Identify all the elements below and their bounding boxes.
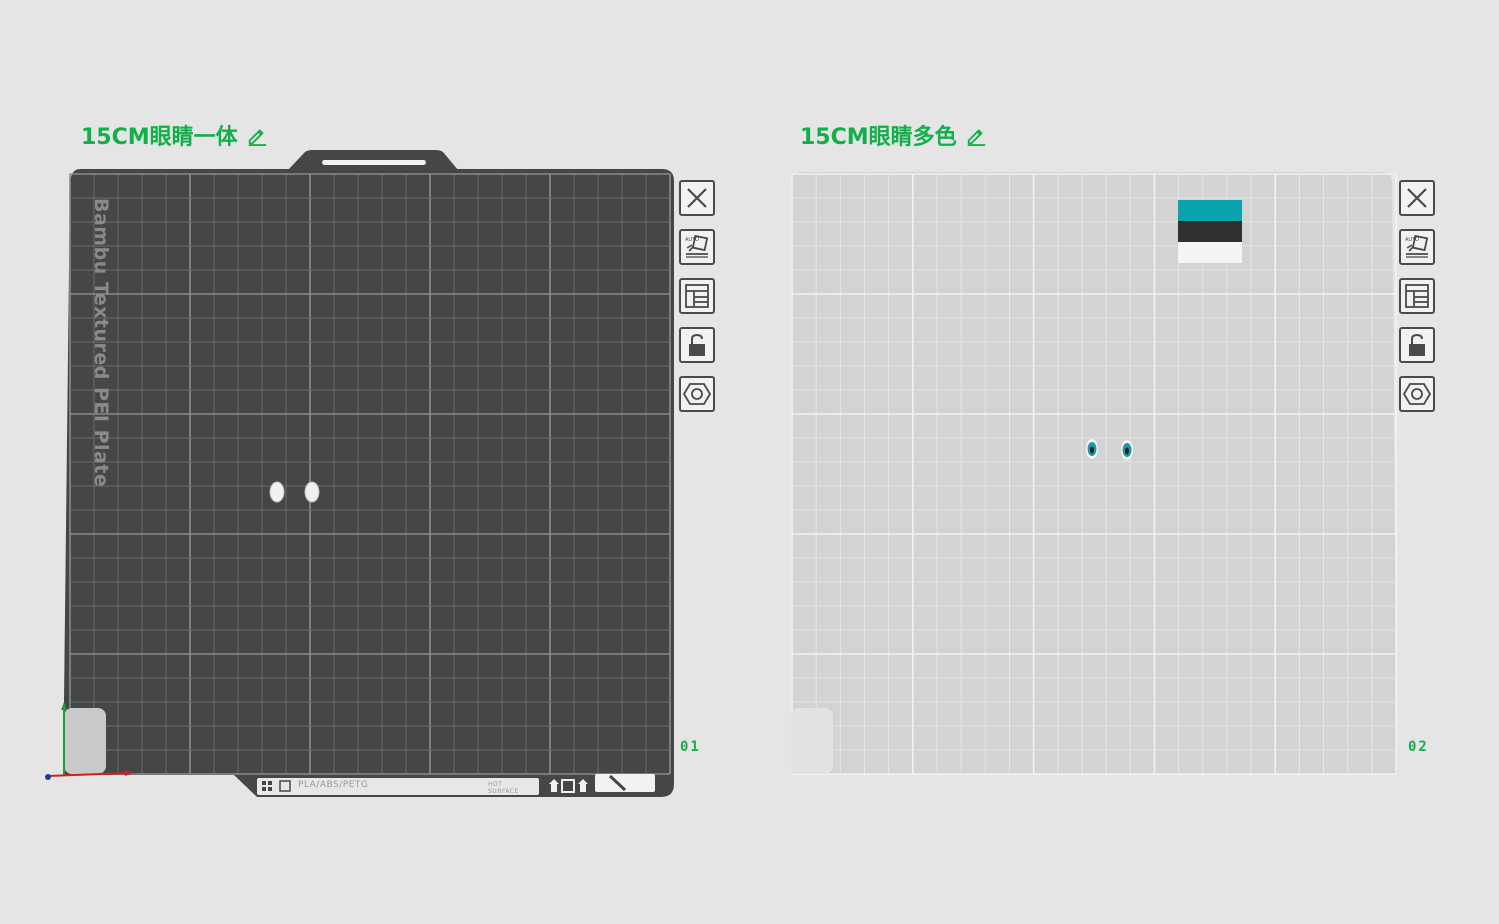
hex-settings-icon <box>1403 383 1431 405</box>
unlock-icon <box>1409 333 1425 356</box>
filament-color-band <box>1178 221 1242 242</box>
plate-number-2: 02 <box>1408 739 1429 755</box>
auto-orient-icon: AUTO <box>1405 234 1429 258</box>
plate-canvas-2 <box>791 172 1397 775</box>
plate-settings-button[interactable] <box>1399 376 1435 412</box>
build-plate-light <box>791 172 1397 774</box>
arrange-button[interactable] <box>1399 278 1435 314</box>
arrange-icon <box>1405 284 1429 308</box>
filament-color-band <box>1178 200 1242 221</box>
eye-object-left[interactable] <box>1086 439 1098 459</box>
eye-object-right[interactable] <box>1121 440 1133 460</box>
plate-toolbar-2: AUTO <box>1399 180 1435 412</box>
auto-orient-button[interactable]: AUTO <box>1399 229 1435 265</box>
filament-color-swatch <box>1178 200 1242 263</box>
close-icon <box>1407 188 1427 208</box>
lock-button[interactable] <box>1399 327 1435 363</box>
origin-pad <box>791 708 833 774</box>
filament-color-band <box>1178 242 1242 263</box>
remove-plate-button[interactable] <box>1399 180 1435 216</box>
svg-text:AUTO: AUTO <box>1405 237 1419 243</box>
